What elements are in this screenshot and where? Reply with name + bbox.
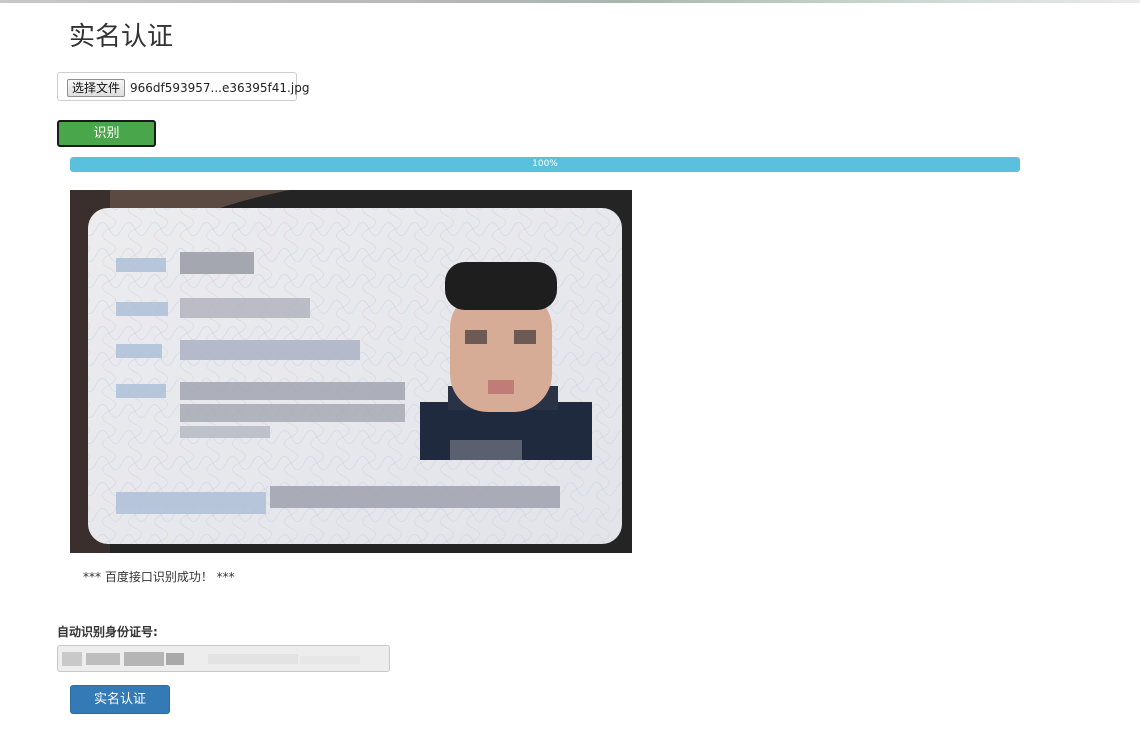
page-title: 实名认证 <box>69 22 174 52</box>
verify-button[interactable]: 实名认证 <box>70 685 170 714</box>
id-number-label: 自动识别身份证号: <box>57 625 158 639</box>
progress-label: 100% <box>532 159 558 169</box>
blurred-id-value <box>62 652 360 666</box>
id-card-photo <box>70 190 632 553</box>
progress-bar: 100% <box>70 157 1020 172</box>
recognize-button[interactable]: 识别 <box>57 120 156 147</box>
top-strip <box>0 0 1140 3</box>
file-upload[interactable]: 选择文件 966df593957...e36395f41.jpg <box>57 72 309 101</box>
file-name: 966df593957...e36395f41.jpg <box>130 81 310 95</box>
choose-file-button[interactable]: 选择文件 <box>67 79 125 97</box>
result-message: *** 百度接口识别成功！ *** <box>83 570 235 584</box>
id-number-field[interactable] <box>57 645 390 672</box>
